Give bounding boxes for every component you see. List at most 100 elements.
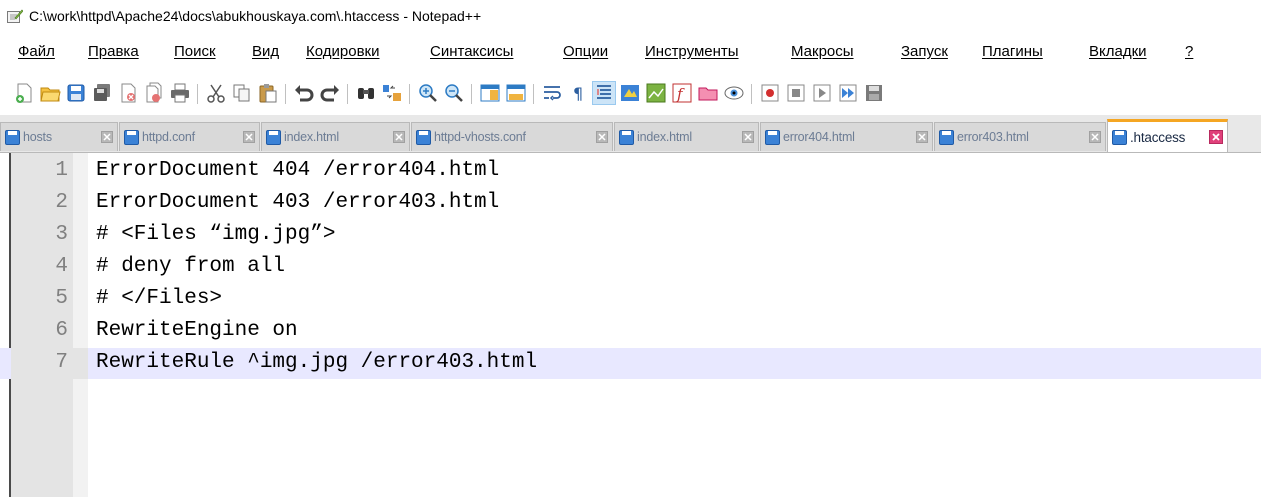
menu-macro[interactable]: Макросы: [791, 43, 854, 60]
tab-close-icon[interactable]: [1209, 130, 1223, 144]
copy-icon[interactable]: [230, 81, 254, 105]
find-icon[interactable]: [354, 81, 378, 105]
saved-file-icon: [765, 129, 780, 145]
save-all-icon[interactable]: [90, 81, 114, 105]
sync-vertical-icon[interactable]: [478, 81, 502, 105]
toolbar-separator: [471, 84, 472, 104]
tab-index-html-2[interactable]: index.html: [614, 122, 759, 151]
menu-encoding[interactable]: Кодировки: [306, 43, 379, 60]
menu-run[interactable]: Запуск: [901, 43, 948, 60]
code-line[interactable]: 4 # deny from all: [0, 252, 1261, 283]
tab-close-icon[interactable]: [916, 131, 928, 143]
run-macro-multiple-icon[interactable]: [836, 81, 860, 105]
tab-httpd-conf[interactable]: httpd.conf: [119, 122, 260, 151]
line-number: 6: [55, 319, 68, 342]
save-icon[interactable]: [64, 81, 88, 105]
title-bar: C:\work\httpd\Apache24\docs\abukhouskaya…: [0, 0, 1261, 32]
saved-file-icon: [939, 129, 954, 145]
code-line[interactable]: 6 RewriteEngine on: [0, 316, 1261, 347]
print-icon[interactable]: [168, 81, 192, 105]
saved-file-icon: [124, 129, 139, 145]
menu-window[interactable]: Вкладки: [1089, 43, 1147, 60]
saved-file-icon: [1112, 129, 1127, 145]
code-text: # </Files>: [96, 287, 223, 310]
toolbar-separator: [347, 84, 348, 104]
editor[interactable]: 1 ErrorDocument 404 /error404.html 2 Err…: [0, 153, 1261, 497]
menu-plugins[interactable]: Плагины: [982, 43, 1043, 60]
save-macro-icon[interactable]: [862, 81, 886, 105]
new-file-icon[interactable]: [12, 81, 36, 105]
paste-icon[interactable]: [256, 81, 280, 105]
line-number: 2: [55, 191, 68, 214]
sync-horizontal-icon[interactable]: [504, 81, 528, 105]
menu-settings[interactable]: Опции: [563, 43, 608, 60]
code-line[interactable]: 3 # <Files “img.jpg”>: [0, 220, 1261, 251]
toolbar-separator: [751, 84, 752, 104]
menu-edit[interactable]: Правка: [88, 43, 139, 60]
line-number: 7: [55, 351, 68, 374]
open-file-icon[interactable]: [38, 81, 62, 105]
menu-file[interactable]: Файл: [18, 43, 55, 60]
redo-icon[interactable]: [318, 81, 342, 105]
menu-syntax[interactable]: Синтаксисы: [430, 43, 513, 60]
tab-close-icon[interactable]: [101, 131, 113, 143]
playback-macro-icon[interactable]: [810, 81, 834, 105]
tab-close-icon[interactable]: [1089, 131, 1101, 143]
line-number: 5: [55, 287, 68, 310]
close-all-icon[interactable]: [142, 81, 166, 105]
tab-close-icon[interactable]: [243, 131, 255, 143]
code-text: RewriteRule ^img.jpg /error403.html: [96, 351, 538, 374]
monitoring-icon[interactable]: [722, 81, 746, 105]
line-number: 3: [55, 223, 68, 246]
tab-bar: hosts httpd.conf index.html httpd-vhosts…: [0, 115, 1261, 153]
code-line[interactable]: 1 ErrorDocument 404 /error404.html: [0, 156, 1261, 187]
folder-as-workspace-icon[interactable]: [696, 81, 720, 105]
toolbar-separator: [197, 84, 198, 104]
undo-icon[interactable]: [292, 81, 316, 105]
cut-icon[interactable]: [204, 81, 228, 105]
code-text: # deny from all: [96, 255, 286, 278]
tab-close-icon[interactable]: [393, 131, 405, 143]
tab-htaccess[interactable]: .htaccess: [1107, 119, 1228, 152]
user-defined-language-icon[interactable]: [618, 81, 642, 105]
menu-bar: Файл Правка Поиск Вид Кодировки Синтакси…: [0, 43, 1261, 67]
menu-view[interactable]: Вид: [252, 43, 279, 60]
tab-close-icon[interactable]: [742, 131, 754, 143]
code-line[interactable]: 2 ErrorDocument 403 /error403.html: [0, 188, 1261, 219]
notepad-plus-plus-icon: [7, 9, 23, 23]
saved-file-icon: [416, 129, 431, 145]
document-map-icon[interactable]: [644, 81, 668, 105]
code-line[interactable]: 5 # </Files>: [0, 284, 1261, 315]
tab-index-html[interactable]: index.html: [261, 122, 410, 151]
function-list-icon[interactable]: f: [670, 81, 694, 105]
zoom-in-icon[interactable]: [416, 81, 440, 105]
saved-file-icon: [266, 129, 281, 145]
tab-hosts[interactable]: hosts: [0, 122, 118, 151]
menu-help[interactable]: ?: [1185, 43, 1193, 60]
tab-error403-html[interactable]: error403.html: [934, 122, 1106, 151]
replace-icon[interactable]: [380, 81, 404, 105]
line-number: 4: [55, 255, 68, 278]
record-macro-icon[interactable]: [758, 81, 782, 105]
svg-text:¶: ¶: [573, 84, 583, 103]
current-code-line[interactable]: 7 RewriteRule ^img.jpg /error403.html: [0, 348, 1261, 379]
toolbar-separator: [409, 84, 410, 104]
indent-guide-icon[interactable]: [592, 81, 616, 105]
zoom-out-icon[interactable]: [442, 81, 466, 105]
tab-error404-html[interactable]: error404.html: [760, 122, 933, 151]
menu-search[interactable]: Поиск: [174, 43, 216, 60]
stop-recording-icon[interactable]: [784, 81, 808, 105]
menu-tools[interactable]: Инструменты: [645, 43, 739, 60]
tab-close-icon[interactable]: [596, 131, 608, 143]
word-wrap-icon[interactable]: [540, 81, 564, 105]
code-text: # <Files “img.jpg”>: [96, 223, 336, 246]
saved-file-icon: [5, 129, 20, 145]
code-text: RewriteEngine on: [96, 319, 298, 342]
window-title: C:\work\httpd\Apache24\docs\abukhouskaya…: [29, 8, 482, 24]
show-all-chars-icon[interactable]: ¶: [566, 81, 590, 105]
close-icon[interactable]: [116, 81, 140, 105]
saved-file-icon: [619, 129, 634, 145]
toolbar: ¶ f: [0, 78, 1261, 112]
line-number: 1: [55, 159, 68, 182]
tab-httpd-vhosts-conf[interactable]: httpd-vhosts.conf: [411, 122, 613, 151]
